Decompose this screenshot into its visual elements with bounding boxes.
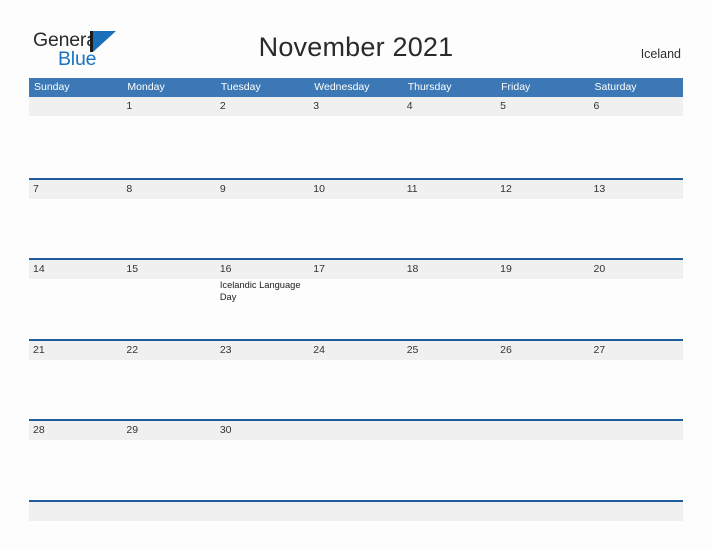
day-number: 16	[219, 263, 232, 275]
day-number	[500, 421, 585, 440]
day-cell-9[interactable]: 9	[216, 180, 309, 259]
day-number: 19	[500, 263, 512, 275]
weekday-header-friday: Friday	[501, 81, 531, 93]
day-number: 8	[126, 182, 133, 195]
day-cell-6[interactable]: 6	[590, 97, 683, 176]
day-cell-15[interactable]: 15	[122, 260, 215, 339]
calendar-trailing-band	[29, 501, 683, 521]
page-title: November 2021	[258, 32, 454, 62]
day-cell-7[interactable]: 7	[29, 180, 122, 259]
region-label: Iceland	[640, 47, 681, 61]
day-number: 27	[593, 343, 606, 356]
day-events: Icelandic Language Day	[220, 280, 305, 303]
day-cell-18[interactable]: 18	[403, 260, 496, 339]
weekday-header-saturday: Saturday	[594, 81, 637, 93]
day-number: 24	[313, 343, 325, 356]
week-cells: 28 29 30	[29, 421, 683, 500]
weekday-header-thursday: Thursday	[407, 81, 452, 93]
day-number: 29	[126, 424, 139, 436]
week-cells: 21 22 23 24 25 26 27	[29, 341, 683, 420]
day-cell-3[interactable]: 3	[309, 97, 402, 176]
day-cell-27[interactable]: 27	[590, 341, 683, 420]
day-number	[407, 421, 492, 440]
day-number: 23	[219, 343, 232, 356]
day-cell-28[interactable]: 28	[29, 421, 122, 500]
weekday-header-row: Sunday Monday Tuesday Wednesday Thursday Frid…	[29, 78, 683, 97]
day-cell-empty	[29, 97, 122, 176]
day-cell-22[interactable]: 22	[122, 341, 215, 420]
day-number: 6	[593, 100, 600, 112]
day-number: 3	[313, 100, 320, 112]
day-cell-29[interactable]: 29	[122, 421, 215, 500]
page-header: General Blue November 2021 Iceland	[0, 0, 712, 76]
day-cell-1[interactable]: 1	[122, 97, 215, 176]
day-number: 26	[500, 343, 512, 356]
day-cell-5[interactable]: 5	[496, 97, 589, 176]
day-number: 4	[406, 100, 413, 112]
day-cell-20[interactable]: 20	[590, 260, 683, 339]
day-number: 12	[500, 182, 512, 195]
day-cell-17[interactable]: 17	[309, 260, 402, 339]
day-number	[33, 97, 118, 116]
holiday-label: Icelandic Language Day	[219, 280, 301, 302]
day-cell-16[interactable]: 16 Icelandic Language Day	[216, 260, 309, 339]
day-cell-19[interactable]: 19	[496, 260, 589, 339]
day-number: 5	[500, 100, 506, 112]
calendar-week-row: 1 2 3 4 5 6	[29, 97, 683, 178]
calendar-week-row: 7 8 9 10 11 12 13	[29, 177, 683, 259]
week-cells: 14 15 16 Icelandic Language Day 17 18 19 20	[29, 260, 683, 339]
day-cell-8[interactable]: 8	[122, 180, 215, 259]
day-number: 1	[126, 100, 133, 112]
day-cell-25[interactable]: 25	[403, 341, 496, 420]
day-cell-empty	[309, 421, 402, 500]
day-cell-2[interactable]: 2	[216, 97, 309, 176]
calendar-week-row: 21 22 23 24 25 26 27	[29, 338, 683, 420]
day-number: 13	[593, 182, 606, 195]
day-number: 14	[33, 263, 45, 275]
day-number: 9	[219, 182, 226, 195]
weekday-header-sunday: Sunday	[34, 81, 70, 93]
day-cell-21[interactable]: 21	[29, 341, 122, 420]
day-cell-12[interactable]: 12	[496, 180, 589, 259]
day-number: 21	[33, 343, 45, 356]
weekday-header-tuesday: Tuesday	[220, 81, 261, 93]
day-cell-empty	[590, 421, 683, 500]
calendar-week-row: 28 29 30	[29, 419, 683, 500]
day-number	[313, 421, 398, 440]
day-cell-23[interactable]: 23	[216, 341, 309, 420]
day-number: 25	[406, 343, 419, 356]
day-cell-13[interactable]: 13	[590, 180, 683, 259]
day-number: 20	[593, 263, 606, 275]
day-number: 2	[219, 100, 226, 112]
calendar-page: General Blue November 2021 Iceland Sunda…	[0, 0, 712, 550]
week-cells: 1 2 3 4 5 6	[29, 97, 683, 176]
day-cell-10[interactable]: 10	[309, 180, 402, 259]
day-cell-empty	[403, 421, 496, 500]
day-number: 7	[33, 182, 39, 195]
day-number: 10	[313, 182, 325, 195]
weekday-header-wednesday: Wednesday	[314, 81, 370, 93]
day-number: 28	[33, 424, 45, 436]
calendar-grid: Sunday Monday Tuesday Wednesday Thursday Frid…	[29, 78, 683, 521]
day-number	[594, 421, 679, 440]
day-cell-empty	[496, 421, 589, 500]
day-cell-30[interactable]: 30	[216, 421, 309, 500]
calendar-weeks: 1 2 3 4 5 6 7 8 9 10 11 12 13 14 15 16 Icelandic Languag…	[29, 97, 683, 500]
day-cell-14[interactable]: 14	[29, 260, 122, 339]
week-cells: 7 8 9 10 11 12 13	[29, 180, 683, 259]
day-number: 18	[406, 263, 419, 275]
calendar-week-row: 14 15 16 Icelandic Language Day 17 18 19 20	[29, 258, 683, 339]
day-number: 22	[126, 343, 139, 356]
day-cell-24[interactable]: 24	[309, 341, 402, 420]
day-cell-26[interactable]: 26	[496, 341, 589, 420]
day-cell-11[interactable]: 11	[403, 180, 496, 259]
day-number: 17	[313, 263, 325, 275]
day-number: 15	[126, 263, 139, 275]
weekday-header-monday: Monday	[127, 81, 165, 93]
day-number: 11	[406, 182, 418, 195]
day-cell-4[interactable]: 4	[403, 97, 496, 176]
day-number: 30	[219, 424, 232, 436]
